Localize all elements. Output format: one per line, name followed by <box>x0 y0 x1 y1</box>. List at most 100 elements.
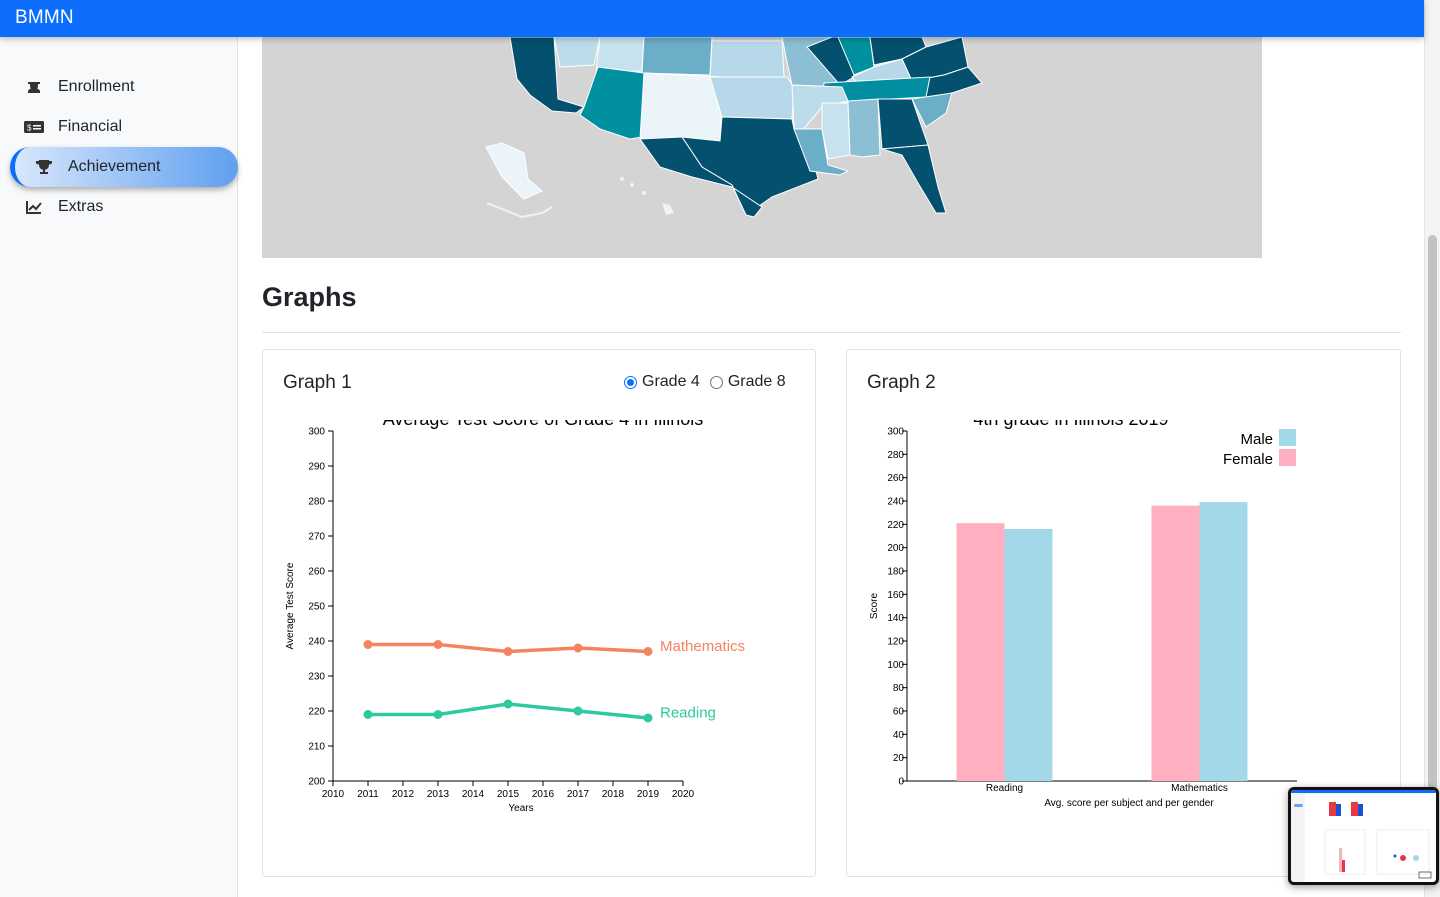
series-label: Reading <box>660 705 716 722</box>
map-state[interactable] <box>821 102 851 160</box>
y-tick-label: 260 <box>887 473 904 484</box>
screenshot-thumbnail[interactable] <box>1288 787 1439 885</box>
radio-checked-icon[interactable] <box>624 375 637 389</box>
legend-swatch <box>1279 449 1296 466</box>
data-point <box>503 647 513 656</box>
y-axis-label: Score <box>869 593 880 620</box>
grade4-radio[interactable]: Grade 4 <box>624 373 700 391</box>
sidebar-item-achievement[interactable]: Achievement <box>10 147 238 187</box>
y-tick-label: 300 <box>887 427 904 438</box>
sidebar-item-label: Achievement <box>68 158 161 175</box>
sidebar: Enrollment $ Financial Achievement Extra… <box>0 37 238 897</box>
bar <box>1151 505 1200 781</box>
y-tick-label: 60 <box>893 707 905 718</box>
svg-text:$: $ <box>27 124 32 133</box>
y-tick-label: 240 <box>887 497 904 508</box>
sidebar-item-financial[interactable]: $ Financial <box>10 107 238 147</box>
x-tick-label: Mathematics <box>1171 783 1228 794</box>
data-point <box>643 713 653 723</box>
legend-label: Female <box>1223 451 1273 468</box>
y-tick-label: 40 <box>893 730 905 741</box>
data-point <box>573 643 583 653</box>
us-choropleth-map[interactable] <box>262 37 1262 258</box>
y-axis-label: Average Test Score <box>285 562 296 649</box>
data-point <box>363 710 373 719</box>
graph1-card: Graph 1 Grade 4 Grade 8 Average Test Sco… <box>262 349 816 877</box>
data-point <box>643 647 653 656</box>
data-point <box>363 640 373 649</box>
brand-logo[interactable]: BMMN <box>15 7 74 29</box>
graph2-title: Graph 2 <box>867 372 936 393</box>
x-axis-label: Years <box>508 803 533 814</box>
y-tick-label: 290 <box>308 462 325 473</box>
y-tick-label: 200 <box>887 543 904 554</box>
x-tick-label: 2011 <box>357 789 379 800</box>
grade8-radio[interactable]: Grade 8 <box>709 373 786 391</box>
y-tick-label: 80 <box>893 683 905 694</box>
x-axis-label: Avg. score per subject and per gender <box>1044 798 1214 809</box>
y-tick-label: 140 <box>887 613 904 624</box>
bar <box>1004 529 1053 781</box>
graduate-icon <box>24 77 44 97</box>
y-tick-label: 0 <box>898 777 904 788</box>
y-tick-label: 280 <box>887 450 904 461</box>
x-tick-label: 2016 <box>532 789 555 800</box>
x-tick-label: 2020 <box>672 789 695 800</box>
main-content: Graphs Graph 1 Grade 4 Grade 8 Average T… <box>238 37 1424 897</box>
y-tick-label: 230 <box>308 672 325 683</box>
map-state[interactable] <box>485 142 543 200</box>
bar <box>956 523 1005 781</box>
sidebar-item-extras[interactable]: Extras <box>10 187 238 227</box>
series-label: Mathematics <box>660 638 745 655</box>
data-point <box>503 699 513 709</box>
y-tick-label: 280 <box>308 497 325 508</box>
data-point <box>433 640 443 649</box>
x-tick-label: 2014 <box>462 789 485 800</box>
trophy-icon <box>34 157 54 177</box>
legend-label: Male <box>1240 431 1273 448</box>
x-tick-label: 2010 <box>322 789 345 800</box>
y-tick-label: 200 <box>308 777 325 788</box>
map-state[interactable] <box>553 37 601 68</box>
x-tick-label: Reading <box>986 783 1023 794</box>
y-tick-label: 180 <box>887 567 904 578</box>
line-chart: Average Test Score of Grade 4 in Illinoi… <box>285 420 745 814</box>
y-tick-label: 160 <box>887 590 904 601</box>
x-tick-label: 2018 <box>602 789 625 800</box>
map-state[interactable] <box>709 40 785 78</box>
y-tick-label: 300 <box>308 427 325 438</box>
x-tick-label: 2015 <box>497 789 520 800</box>
x-tick-label: 2012 <box>392 789 415 800</box>
chart-title: Average Test Score of Grade 4 in Illinoi… <box>383 420 704 429</box>
graph1-title: Graph 1 <box>283 372 352 393</box>
section-title: Graphs <box>262 282 357 312</box>
y-tick-label: 270 <box>308 532 325 543</box>
y-tick-label: 220 <box>308 707 325 718</box>
sidebar-item-label: Extras <box>58 198 104 215</box>
legend-swatch <box>1279 429 1296 446</box>
top-navbar: BMMN <box>0 0 1424 37</box>
y-tick-label: 120 <box>887 637 904 648</box>
y-tick-label: 250 <box>308 602 325 613</box>
y-tick-label: 20 <box>893 753 905 764</box>
map-state[interactable] <box>639 72 723 142</box>
bar <box>1199 502 1248 781</box>
grade8-radio-label: Grade 8 <box>727 373 786 390</box>
map-state[interactable] <box>579 66 645 140</box>
grade4-radio-label: Grade 4 <box>642 373 700 390</box>
y-tick-label: 210 <box>308 742 325 753</box>
radio-unchecked-icon[interactable] <box>709 375 723 389</box>
map-state[interactable] <box>881 144 947 214</box>
y-tick-label: 100 <box>887 660 904 671</box>
map-state[interactable] <box>641 37 713 76</box>
grade-radio-group: Grade 4 Grade 8 <box>624 373 796 391</box>
map-state[interactable] <box>709 76 795 120</box>
x-tick-label: 2017 <box>567 789 590 800</box>
sidebar-item-enrollment[interactable]: Enrollment <box>10 67 238 107</box>
y-tick-label: 240 <box>308 637 325 648</box>
map-state[interactable] <box>847 98 881 158</box>
x-tick-label: 2019 <box>637 789 660 800</box>
section-divider <box>262 332 1401 333</box>
data-point <box>433 710 443 719</box>
data-point <box>573 706 583 716</box>
